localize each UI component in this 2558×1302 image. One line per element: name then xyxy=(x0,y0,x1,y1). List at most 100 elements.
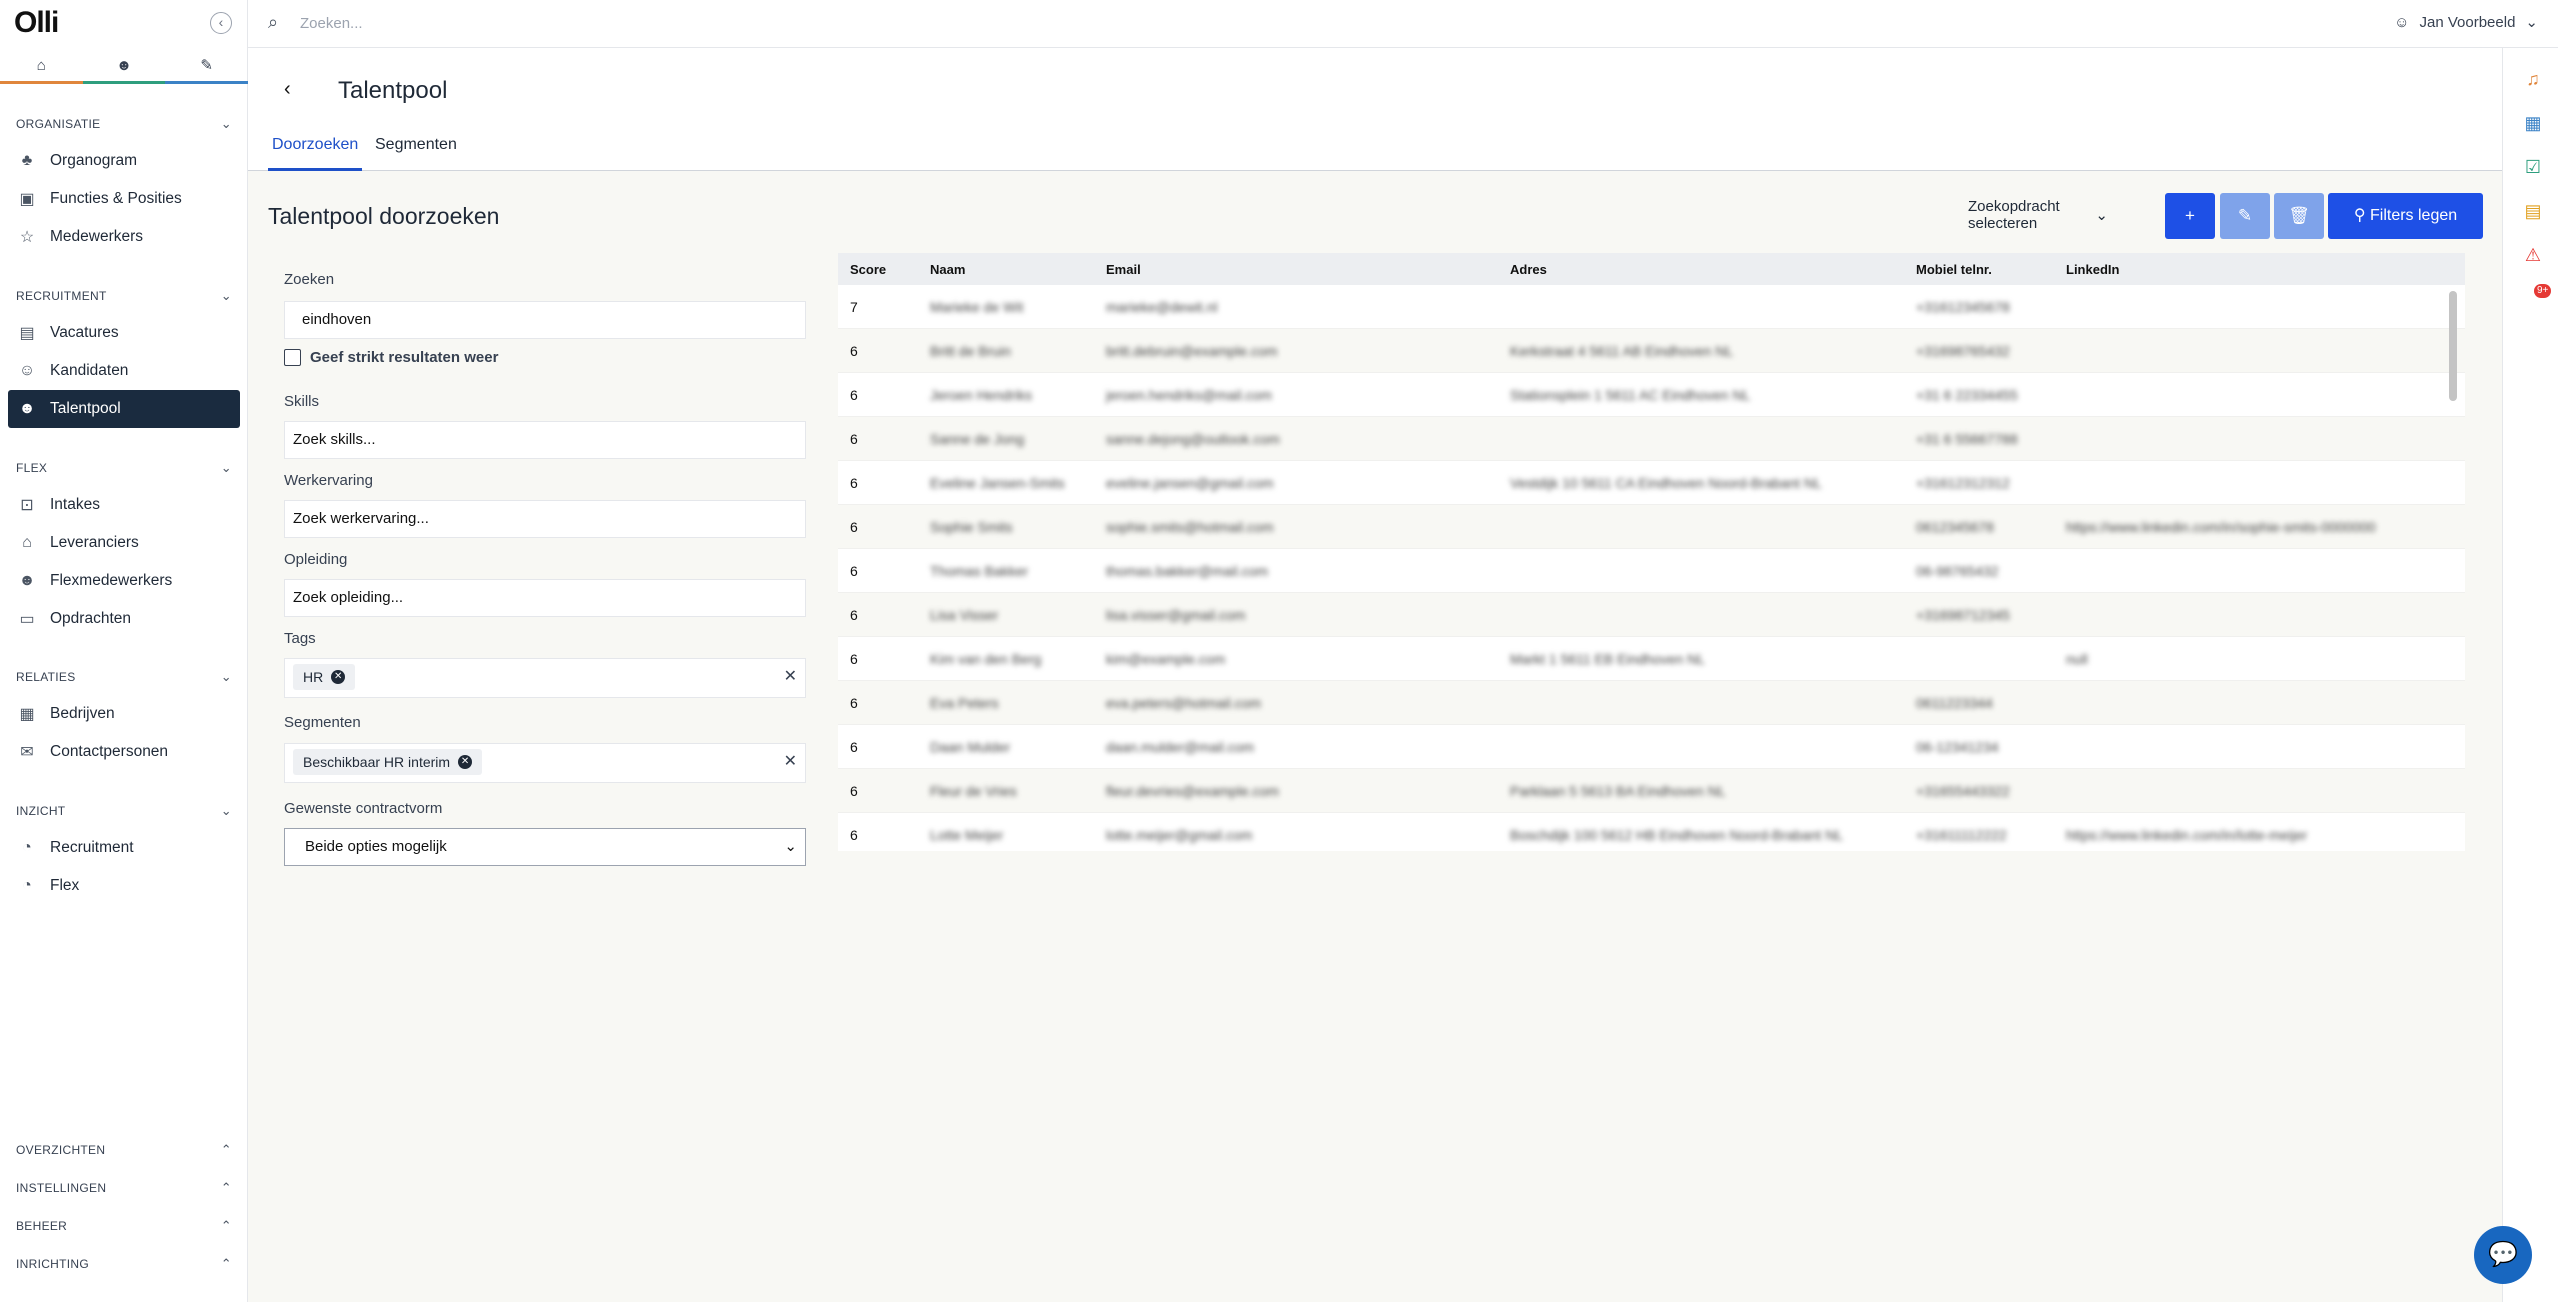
collapse-sidebar-button[interactable]: ‹ xyxy=(210,12,232,34)
col-adres[interactable]: Adres xyxy=(1498,262,1904,277)
section-header[interactable]: RECRUITMENT ⌄ xyxy=(0,286,248,306)
sidebar-item-label: Medewerkers xyxy=(50,228,144,245)
tag-chip: HR ✕ xyxy=(293,664,356,690)
cell-email: sophie.smits@hotmail.com xyxy=(1106,518,1274,535)
back-button[interactable]: ‹ xyxy=(284,78,291,101)
section-header[interactable]: FLEX ⌄ xyxy=(0,458,248,478)
section-title: INRICHTING xyxy=(16,1257,89,1271)
bottom-sections: OVERZICHTEN ⌃ INSTELLINGEN ⌃ BEHEER ⌃ INRIC… xyxy=(0,1140,248,1274)
search-input[interactable] xyxy=(300,10,700,36)
cell-score: 6 xyxy=(850,738,858,755)
zoeken-input[interactable]: eindhoven xyxy=(284,301,806,339)
sidebar-item-opdrachten[interactable]: ▭ Opdrachten xyxy=(8,600,240,638)
table-row[interactable]: 6 Lisa Visser lisa.visser@gmail.com +316987… xyxy=(838,593,2465,637)
users-icon[interactable]: ☻ xyxy=(82,50,166,84)
delete-button[interactable]: 🗑 xyxy=(2274,193,2324,239)
clipboard-icon[interactable]: ▤ xyxy=(2522,200,2544,222)
remove-chip-icon[interactable]: ✕ xyxy=(331,670,346,684)
sidebar-item-kandidaten[interactable]: ☺ Kandidaten xyxy=(8,352,240,390)
section-beheer[interactable]: BEHEER ⌃ xyxy=(0,1216,248,1236)
table-row[interactable]: 6 Daan Mulder daan.mulder@mail.com 06-12341… xyxy=(838,725,2465,769)
table-row[interactable]: 6 Kim van den Berg kim@example.com Markt 1 … xyxy=(838,637,2465,681)
zoekopdracht-select[interactable]: Zoekopdracht selecteren ⌄ xyxy=(1968,195,2108,235)
sidebar-item-contactpersonen[interactable]: ✉ Contactpersonen xyxy=(8,733,240,771)
section-inrichting[interactable]: INRICHTING ⌃ xyxy=(0,1254,248,1274)
cell-score: 6 xyxy=(850,782,858,799)
clear-icon[interactable]: ✕ xyxy=(784,744,797,780)
strict-checkbox[interactable] xyxy=(284,349,301,366)
segmenten-input[interactable]: Beschikbaar HR interim ✕ ✕ xyxy=(284,743,806,783)
sidebar-item-flex-insight[interactable]: ◔ Flex xyxy=(8,867,240,905)
search-icon: ⌕ xyxy=(268,12,279,32)
table-row[interactable]: 6 Fleur de Vries fleur.devries@example.com… xyxy=(838,769,2465,813)
add-button[interactable]: + xyxy=(2165,193,2215,239)
col-linkedin[interactable]: LinkedIn xyxy=(2054,262,2454,277)
cell-naam: Eveline Jansen-Smits xyxy=(930,474,1065,491)
plus-icon: + xyxy=(2185,206,2195,225)
right-rail: ♫ ▦ ☑ ▤ ⚠ 9+ xyxy=(2502,48,2558,1302)
bell-icon[interactable]: ♫ xyxy=(2522,68,2544,90)
col-score[interactable]: Score xyxy=(838,262,918,277)
section-header[interactable]: RELATIES ⌄ xyxy=(0,667,248,687)
skills-input[interactable]: Zoek skills... xyxy=(284,421,806,459)
sidebar-item-talentpool[interactable]: ☻ Talentpool xyxy=(8,390,240,428)
cell-mobiel: +31 6 55667788 xyxy=(1916,430,2018,447)
strict-toggle[interactable]: Geef strikt resultaten weer xyxy=(284,349,498,366)
trash-icon: 🗑 xyxy=(2288,206,2310,225)
clear-filters-button[interactable]: ⚲ Filters legen xyxy=(2328,193,2483,239)
clear-icon[interactable]: ✕ xyxy=(784,659,797,695)
col-email[interactable]: Email xyxy=(1094,262,1498,277)
sidebar-item-medewerkers[interactable]: ☆ Medewerkers xyxy=(8,218,240,256)
cell-naam: Sophie Smits xyxy=(930,518,1013,535)
table-scrollbar[interactable] xyxy=(2449,283,2457,843)
section-instellingen[interactable]: INSTELLINGEN ⌃ xyxy=(0,1178,248,1198)
sidebar-item-leveranciers[interactable]: ⌂ Leveranciers xyxy=(8,524,240,562)
table-row[interactable]: 6 Britt de Bruin britt.debruin@example.com… xyxy=(838,329,2465,373)
table-row[interactable]: 6 Jeroen Hendriks jeroen.hendriks@mail.com… xyxy=(838,373,2465,417)
col-mobiel[interactable]: Mobiel telnr. xyxy=(1904,262,2054,277)
checkbox-icon[interactable]: ☑ xyxy=(2522,156,2544,178)
table-row[interactable]: 6 Sophie Smits sophie.smits@hotmail.com 061… xyxy=(838,505,2465,549)
remove-chip-icon[interactable]: ✕ xyxy=(458,755,473,769)
table-row[interactable]: 6 Thomas Bakker thomas.bakker@mail.com 06-9… xyxy=(838,549,2465,593)
sidebar-item-recruitment-insight[interactable]: ◔ Recruitment xyxy=(8,829,240,867)
tab-doorzoeken[interactable]: Doorzoeken xyxy=(268,136,363,171)
section-header[interactable]: INZICHT ⌄ xyxy=(0,801,248,821)
warning-icon[interactable]: ⚠ xyxy=(2522,244,2544,266)
tab-segmenten[interactable]: Segmenten xyxy=(371,136,461,171)
main-content: Talentpool doorzoeken Zoekopdracht selec… xyxy=(248,171,2502,1302)
scrollbar-thumb[interactable] xyxy=(2449,291,2457,401)
tags-input[interactable]: HR ✕ ✕ xyxy=(284,658,806,698)
cell-naam: Eva Peters xyxy=(930,694,999,711)
contractvorm-select[interactable]: Beide opties mogelijk ⌄ xyxy=(284,828,806,866)
table-row[interactable]: 6 Eveline Jansen-Smits eveline.jansen@gmai… xyxy=(838,461,2465,505)
section-title: ORGANISATIE xyxy=(16,117,101,131)
sidebar-item-flexmedewerkers[interactable]: ☻ Flexmedewerkers xyxy=(8,562,240,600)
werkervaring-input[interactable]: Zoek werkervaring... xyxy=(284,500,806,538)
table-row[interactable]: 6 Eva Peters eva.peters@hotmail.com 0611223… xyxy=(838,681,2465,725)
sidebar-item-organogram[interactable]: ♣ Organogram xyxy=(8,142,240,180)
table-row[interactable]: 7 Marieke de Wit marieke@dewit.nl +31612345… xyxy=(838,285,2465,329)
table-row[interactable]: 6 Sanne de Jong sanne.dejong@outlook.com +3… xyxy=(838,417,2465,461)
sidebar-item-functies[interactable]: ▣ Functies & Posities xyxy=(8,180,240,218)
home-icon[interactable]: ⌂ xyxy=(0,50,83,84)
sidebar-item-label: Flexmedewerkers xyxy=(50,572,173,589)
edit-button[interactable]: ✎ xyxy=(2220,193,2270,239)
sidebar-item-bedrijven[interactable]: ▦ Bedrijven xyxy=(8,695,240,733)
chat-button[interactable]: 💬 xyxy=(2474,1226,2532,1284)
sidebar-item-label: Contactpersonen xyxy=(50,743,169,760)
section-overzichten[interactable]: OVERZICHTEN ⌃ xyxy=(0,1140,248,1160)
calendar-icon[interactable]: ▦ xyxy=(2522,112,2544,134)
opleiding-input[interactable]: Zoek opleiding... xyxy=(284,579,806,617)
gauge-icon: ◔ xyxy=(22,877,32,894)
sidebar-item-vacatures[interactable]: ▤ Vacatures xyxy=(8,314,240,352)
werkervaring-label: Werkervaring xyxy=(284,472,373,489)
col-naam[interactable]: Naam xyxy=(918,262,1094,277)
cell-mobiel: 0612345678 xyxy=(1916,518,1994,535)
section-header[interactable]: ORGANISATIE ⌄ xyxy=(0,114,248,134)
chevron-down-icon: ⌄ xyxy=(784,838,797,855)
table-row[interactable]: 6 Lotte Meijer lotte.meijer@gmail.com Bosch… xyxy=(838,813,2465,851)
user-menu[interactable]: ☺ Jan Voorbeeld ⌄ xyxy=(2394,13,2538,32)
tasks-icon[interactable]: ✎ xyxy=(165,50,249,84)
sidebar-item-intakes[interactable]: ⊡ Intakes xyxy=(8,486,240,524)
